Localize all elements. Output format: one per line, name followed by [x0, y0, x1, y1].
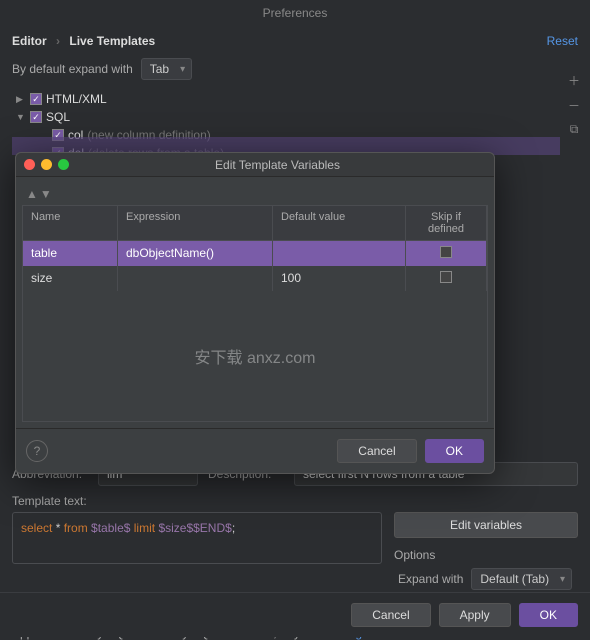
- tree-node-html[interactable]: ▶ HTML/XML: [16, 90, 578, 108]
- cell-expression[interactable]: [118, 266, 273, 291]
- expand-with-option-label: Expand with: [398, 572, 463, 586]
- dialog-titlebar[interactable]: Edit Template Variables: [16, 153, 494, 177]
- col-header-skip[interactable]: Skip if defined: [406, 206, 487, 241]
- cell-skip[interactable]: [406, 241, 487, 266]
- checkbox-icon[interactable]: [30, 93, 42, 105]
- expand-with-label: By default expand with: [12, 62, 133, 76]
- ok-button[interactable]: OK: [519, 603, 578, 627]
- sort-down-icon[interactable]: ▼: [40, 187, 52, 201]
- ok-button[interactable]: OK: [425, 439, 484, 463]
- edit-variables-button[interactable]: Edit variables: [394, 512, 578, 538]
- checkbox-icon[interactable]: [440, 271, 452, 283]
- dialog-title: Edit Template Variables: [69, 158, 486, 172]
- table-row[interactable]: size 100: [23, 266, 487, 291]
- chevron-right-icon: ›: [56, 34, 60, 48]
- chevron-right-icon: ▶: [16, 94, 26, 105]
- template-text-editor[interactable]: select * from $table$ limit $size$$END$;: [12, 512, 382, 564]
- breadcrumb-child: Live Templates: [69, 34, 155, 48]
- grid-empty-area: 安下载 anxz.com: [23, 291, 487, 421]
- copy-icon[interactable]: ⧉: [566, 122, 582, 137]
- breadcrumb-root[interactable]: Editor: [12, 34, 47, 48]
- reset-link[interactable]: Reset: [547, 34, 578, 48]
- main-footer: Cancel Apply OK: [0, 592, 590, 637]
- expand-with-select[interactable]: Tab: [141, 58, 192, 80]
- traffic-lights: [24, 159, 69, 170]
- cell-skip[interactable]: [406, 266, 487, 291]
- remove-icon[interactable]: －: [566, 97, 582, 114]
- tree-node-sql[interactable]: ▼ SQL: [16, 108, 578, 126]
- template-text-label: Template text:: [12, 494, 578, 508]
- close-icon[interactable]: [24, 159, 35, 170]
- tree-label: HTML/XML: [46, 92, 107, 106]
- options-title: Options: [394, 548, 578, 562]
- checkbox-icon[interactable]: [30, 111, 42, 123]
- tree-label: SQL: [46, 110, 70, 124]
- expand-with-option-select[interactable]: Default (Tab): [471, 568, 572, 590]
- col-header-expression[interactable]: Expression: [118, 206, 273, 241]
- table-row[interactable]: table dbObjectName(): [23, 241, 487, 266]
- apply-button[interactable]: Apply: [439, 603, 511, 627]
- col-header-name[interactable]: Name: [23, 206, 118, 241]
- cell-default[interactable]: [273, 241, 406, 266]
- cell-name[interactable]: table: [23, 241, 118, 266]
- chevron-down-icon: ▼: [16, 112, 26, 122]
- cancel-button[interactable]: Cancel: [351, 603, 430, 627]
- col-header-default[interactable]: Default value: [273, 206, 406, 241]
- watermark: 安下载 anxz.com: [195, 344, 316, 368]
- help-button[interactable]: ?: [26, 440, 48, 462]
- zoom-icon[interactable]: [58, 159, 69, 170]
- add-icon[interactable]: ＋: [566, 72, 582, 89]
- variables-table: Name Expression Default value Skip if de…: [22, 205, 488, 422]
- cancel-button[interactable]: Cancel: [337, 439, 416, 463]
- sort-up-icon[interactable]: ▲: [26, 187, 38, 201]
- window-titlebar: Preferences: [0, 0, 590, 26]
- cell-name[interactable]: size: [23, 266, 118, 291]
- breadcrumb: Editor › Live Templates Reset: [12, 34, 578, 48]
- minimize-icon[interactable]: [41, 159, 52, 170]
- cell-default[interactable]: 100: [273, 266, 406, 291]
- tree-toolbar: ＋ － ⧉: [566, 72, 582, 137]
- checkbox-icon[interactable]: [440, 246, 452, 258]
- edit-variables-dialog: Edit Template Variables ▲▼ Name Expressi…: [15, 152, 495, 474]
- cell-expression[interactable]: dbObjectName(): [118, 241, 273, 266]
